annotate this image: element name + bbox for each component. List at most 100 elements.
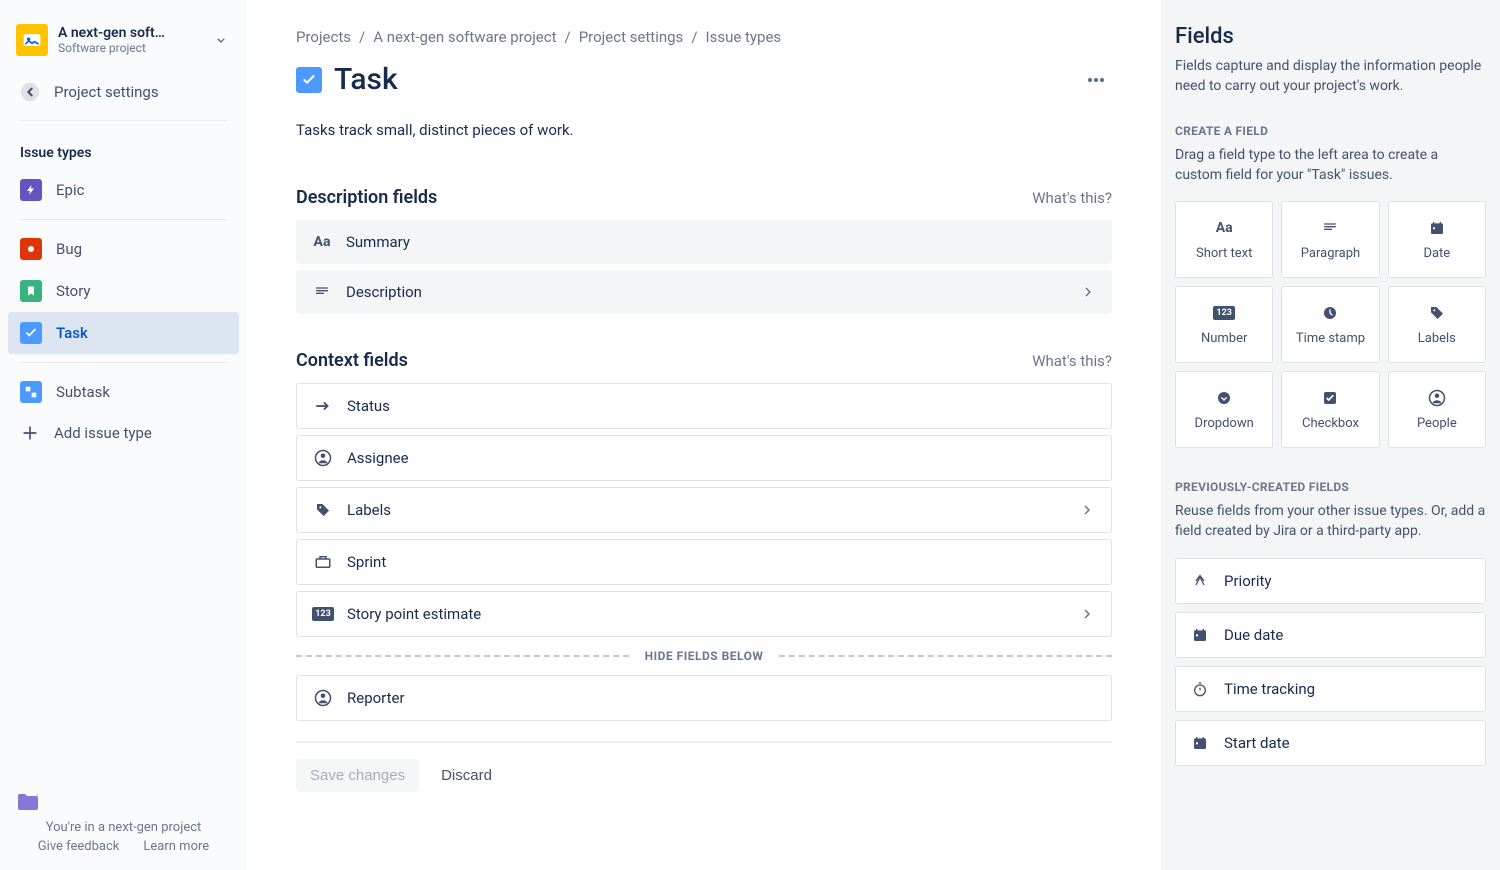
previous-fields-hint: Reuse fields from your other issue types… [1175, 502, 1486, 541]
dot-icon [20, 238, 42, 260]
project-switcher[interactable]: A next-gen soft… Software project [8, 24, 239, 72]
fields-panel-description: Fields capture and display the informati… [1175, 57, 1486, 96]
sidebar-item-epic[interactable]: Epic [8, 169, 239, 211]
field-type-label: Short text [1196, 246, 1252, 261]
field-type-label: People [1417, 416, 1457, 431]
breadcrumb-item[interactable]: Projects [296, 28, 351, 46]
field-type-label: Date [1423, 246, 1450, 261]
sidebar-item-bug[interactable]: Bug [8, 228, 239, 270]
field-type-labels[interactable]: Labels [1388, 286, 1486, 363]
field-row-assignee[interactable]: Assignee [296, 435, 1112, 481]
breadcrumb-item[interactable]: A next-gen software project [373, 28, 556, 46]
sidebar-item-story[interactable]: Story [8, 270, 239, 312]
sidebar-item-task[interactable]: Task [8, 312, 239, 354]
clock-icon [1320, 303, 1340, 323]
learn-more-link[interactable]: Learn more [143, 839, 209, 854]
previous-fields-list: Priority Due date Time tracking Start date [1175, 558, 1486, 766]
prev-field-due-date[interactable]: Due date [1175, 612, 1486, 658]
subtask-label: Subtask [56, 383, 110, 401]
field-row-description[interactable]: Description [296, 270, 1112, 314]
field-label: Labels [347, 501, 391, 519]
add-issue-type-button[interactable]: Add issue type [8, 413, 239, 453]
prev-field-start-date[interactable]: Start date [1175, 720, 1486, 766]
field-label: Status [347, 397, 390, 415]
field-label: Summary [346, 233, 410, 251]
field-type-label: Labels [1418, 331, 1456, 346]
field-row-status[interactable]: Status [296, 383, 1112, 429]
field-label: Reporter [347, 689, 405, 707]
field-label: Story point estimate [347, 605, 481, 623]
back-to-project-settings[interactable]: Project settings [8, 72, 239, 112]
chevron-right-icon [1080, 284, 1096, 300]
check-icon [1320, 388, 1340, 408]
field-type-dropdown[interactable]: Dropdown [1175, 371, 1273, 448]
prev-field-priority[interactable]: Priority [1175, 558, 1486, 604]
field-type-time-stamp[interactable]: Time stamp [1281, 286, 1379, 363]
back-label: Project settings [54, 83, 159, 101]
whats-this-link[interactable]: What's this? [1032, 352, 1112, 370]
project-avatar [16, 24, 48, 56]
people-icon [1427, 388, 1447, 408]
more-actions-button[interactable] [1080, 64, 1112, 96]
arrow-icon [313, 396, 333, 416]
divider [20, 120, 227, 121]
sidebar: A next-gen soft… Software project Projec… [0, 0, 248, 870]
create-field-heading: CREATE A FIELD [1175, 124, 1486, 138]
prev-field-time-tracking[interactable]: Time tracking [1175, 666, 1486, 712]
subtask-icon [20, 381, 42, 403]
create-field-hint: Drag a field type to the left area to cr… [1175, 146, 1486, 185]
chevron-down-icon [211, 30, 231, 50]
field-type-short-text[interactable]: Aa Short text [1175, 201, 1273, 278]
field-type-label: Number [1201, 331, 1247, 346]
field-type-date[interactable]: Date [1388, 201, 1486, 278]
field-label: Assignee [347, 449, 409, 467]
prev-field-label: Due date [1224, 626, 1283, 644]
field-label: Sprint [347, 553, 386, 571]
whats-this-link[interactable]: What's this? [1032, 189, 1112, 207]
chevron-right-icon [1079, 502, 1095, 518]
field-type-paragraph[interactable]: Paragraph [1281, 201, 1379, 278]
bookmark-icon [20, 280, 42, 302]
field-row-story-point-estimate[interactable]: 123Story point estimate [296, 591, 1112, 637]
tag-icon [1427, 303, 1447, 323]
sidebar-item-subtask[interactable]: Subtask [8, 371, 239, 413]
para-icon [312, 282, 332, 302]
back-circle-icon [20, 82, 40, 102]
breadcrumb-item[interactable]: Issue types [706, 28, 782, 46]
field-type-checkbox[interactable]: Checkbox [1281, 371, 1379, 448]
breadcrumb-item[interactable]: Project settings [579, 28, 684, 46]
field-type-label: Dropdown [1195, 416, 1254, 431]
main-content: Projects/A next-gen software project/Pro… [248, 0, 1160, 870]
plus-icon [20, 423, 40, 443]
field-type-number[interactable]: 123Number [1175, 286, 1273, 363]
field-type-label: Time stamp [1296, 331, 1365, 346]
Aa-icon: Aa [312, 232, 332, 252]
Aa-icon: Aa [1214, 218, 1234, 238]
give-feedback-link[interactable]: Give feedback [38, 839, 120, 854]
divider [20, 219, 227, 220]
footer-text: You're in a next-gen project [16, 820, 231, 835]
issue-type-label: Epic [56, 181, 84, 199]
prev-field-label: Start date [1224, 734, 1290, 752]
check-icon [20, 322, 42, 344]
field-row-labels[interactable]: Labels [296, 487, 1112, 533]
discard-button[interactable]: Discard [427, 759, 506, 792]
issue-types-heading: Issue types [8, 129, 239, 169]
field-row-sprint[interactable]: Sprint [296, 539, 1112, 585]
context-fields-heading: Context fields [296, 350, 408, 371]
issue-type-description: Tasks track small, distinct pieces of wo… [296, 121, 1112, 139]
field-type-label: Paragraph [1301, 246, 1360, 261]
field-row-reporter[interactable]: Reporter [296, 675, 1112, 721]
project-subtype: Software project [58, 41, 201, 55]
folder-icon [16, 792, 231, 812]
bolt-icon [20, 179, 42, 201]
field-type-people[interactable]: People [1388, 371, 1486, 448]
context-fields-list: Status Assignee Labels Sprint 123Story point… [296, 383, 1112, 637]
issue-type-list: Epic BugStoryTask [8, 169, 239, 354]
save-changes-button[interactable]: Save changes [296, 759, 419, 792]
para-icon [1320, 218, 1340, 238]
page-title: Task [334, 62, 398, 97]
field-row-summary[interactable]: Aa Summary [296, 220, 1112, 264]
description-fields-list: Aa Summary Description [296, 220, 1112, 314]
person-icon [313, 688, 333, 708]
